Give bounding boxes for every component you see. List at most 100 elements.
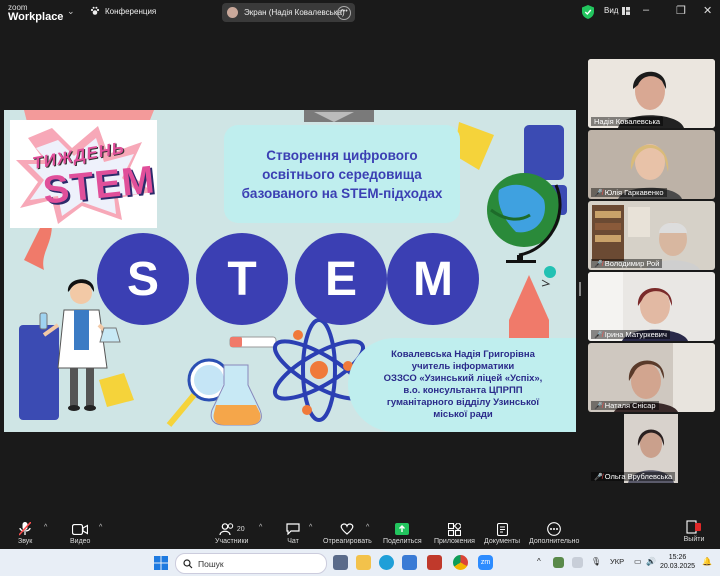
author-line: в.о. консультанта ЦПРПП [403, 385, 523, 396]
stem-circle-s: S [97, 233, 189, 325]
participant-name-text: Ірина Матуркевич [604, 330, 667, 339]
chevron-up-icon[interactable]: ^ [44, 524, 47, 531]
video-camera-icon [72, 523, 89, 535]
participant-tile[interactable]: 🎤̸ Юлія Гаркавенко [588, 130, 715, 199]
chat-icon [286, 523, 300, 535]
participant-name: 🎤̸ Наталя Снісар [591, 401, 659, 410]
mic-muted-icon: 🎤̸ [594, 331, 603, 339]
participant-tile[interactable]: 🎤̸ Володимир Рой [588, 201, 715, 270]
notification-bell-icon[interactable]: 🔔 [702, 557, 712, 566]
shared-screen: ТИЖДЕНЬ STEM Створення цифрового освітнь… [4, 110, 576, 432]
wifi-icon[interactable] [572, 557, 583, 568]
zoom-app-icon[interactable]: zm [478, 555, 493, 570]
search-icon [183, 558, 193, 568]
audio-button[interactable]: Звук [18, 522, 32, 545]
participant-tile[interactable]: 🎤̸ Ольга Врублевська [588, 414, 715, 483]
restore-icon[interactable]: ❐ [676, 4, 686, 17]
system-clock[interactable]: 15:26 20.03.2025 [660, 553, 695, 571]
mic-muted-icon: 🎤̸ [594, 402, 603, 410]
more-options-icon[interactable]: ••• [337, 6, 351, 20]
panel-resize-handle[interactable] [579, 282, 581, 296]
window-titlebar: zoom Workplace ⌄ Конференция Экран (Наді… [0, 0, 720, 26]
documents-label: Документы [484, 538, 521, 545]
leave-label: Выйти [683, 536, 705, 543]
tray-app-icon[interactable] [553, 557, 564, 568]
leave-button[interactable]: Выйти [680, 520, 708, 543]
task-view-icon[interactable] [333, 555, 348, 570]
mic-muted-icon [19, 522, 32, 536]
participant-name-text: Володимир Рой [604, 259, 660, 268]
participant-tile[interactable]: Надія Ковалевська [588, 59, 715, 128]
microphone-icon[interactable]: 🎙 [591, 557, 601, 566]
documents-button[interactable]: Документы [484, 522, 520, 545]
minimize-icon[interactable]: – [643, 4, 649, 16]
clock-date: 20.03.2025 [660, 563, 696, 570]
windows-start-icon[interactable] [154, 556, 168, 570]
react-label: Отреагировать [323, 538, 372, 545]
participants-icon [219, 523, 234, 535]
view-label: Вид [604, 6, 619, 15]
keyboard-language[interactable]: УКР [610, 557, 624, 566]
grid-icon [622, 6, 631, 15]
video-label: Видео [70, 538, 91, 545]
volume-icon[interactable]: 🔊 [646, 557, 656, 566]
chat-label: Чат [287, 538, 299, 545]
participant-tile[interactable]: 🎤̸ Наталя Снісар [588, 343, 715, 412]
view-button[interactable]: Вид [604, 6, 631, 15]
participant-name: Надія Ковалевська [591, 117, 664, 126]
screen-share-indicator[interactable]: Экран (Надія Ковалевська) ••• [222, 3, 355, 22]
share-screen-icon [395, 523, 410, 535]
edge-browser-icon[interactable] [379, 555, 394, 570]
mic-muted-icon: 🎤̸ [594, 473, 603, 481]
participant-name-text: Наталя Снісар [604, 401, 656, 410]
chat-button[interactable]: Чат [286, 522, 300, 545]
participants-label: Участники [215, 538, 249, 545]
chevron-down-icon[interactable]: ⌄ [67, 6, 75, 17]
author-line: Ковалевська Надія Григорівна [391, 349, 535, 360]
chevron-up-icon[interactable]: ^ [259, 524, 262, 531]
audio-label: Звук [18, 538, 33, 545]
chevron-up-icon[interactable]: ^ [99, 524, 102, 531]
author-line: учитель інформатики [411, 361, 515, 372]
store-icon[interactable] [402, 555, 417, 570]
react-button[interactable]: Отреагировать [323, 522, 372, 545]
stem-week-badge: ТИЖДЕНЬ STEM [10, 120, 157, 228]
apps-button[interactable]: Приложения [434, 522, 475, 545]
heart-icon [341, 523, 354, 535]
chevron-up-icon[interactable]: ^ [309, 524, 312, 531]
screen-share-label: Экран (Надія Ковалевська) [244, 8, 345, 17]
chevron-up-icon[interactable]: ^ [366, 524, 369, 531]
more-button[interactable]: Дополнительно [529, 522, 579, 545]
video-button[interactable]: Видео [70, 522, 90, 545]
participant-name: 🎤̸ Юлія Гаркавенко [591, 188, 667, 197]
file-explorer-icon[interactable] [356, 555, 371, 570]
search-placeholder: Пошук [198, 558, 224, 569]
chrome-icon[interactable] [453, 555, 468, 570]
participant-name-text: Надія Ковалевська [594, 117, 661, 126]
network-icon[interactable]: ▭ [634, 557, 642, 566]
more-label: Дополнительно [529, 538, 580, 545]
avatar [227, 7, 238, 18]
participant-name: 🎤̸ Ірина Матуркевич [591, 330, 670, 339]
participants-button[interactable]: 20 Участники [215, 522, 248, 545]
chevron-up-icon[interactable]: ^ [537, 557, 541, 566]
close-icon[interactable]: ✕ [703, 4, 712, 17]
participant-name-text: Юлія Гаркавенко [604, 188, 664, 197]
stem-circle-e: E [295, 233, 387, 325]
app-icon[interactable] [427, 555, 442, 570]
author-line: гуманітарного відділу Узинської [386, 397, 540, 408]
participant-name: 🎤̸ Володимир Рой [591, 259, 663, 268]
share-button[interactable]: Поделиться [383, 522, 422, 545]
app-logo: zoom Workplace [8, 3, 64, 23]
mic-muted-icon: 🎤̸ [594, 189, 603, 197]
conference-menu[interactable]: Конференция [90, 6, 156, 16]
participant-tile[interactable]: 🎤̸ Ірина Матуркевич [588, 272, 715, 341]
author-info-box: Ковалевська Надія Григорівна учитель інф… [348, 338, 576, 432]
apps-icon [447, 522, 461, 536]
shield-icon[interactable] [582, 5, 594, 19]
paw-icon [90, 6, 100, 15]
taskbar-search[interactable]: Пошук [175, 553, 327, 574]
logo-line2: Workplace [8, 11, 64, 23]
slide-title-box: Створення цифрового освітнього середовищ… [224, 125, 460, 223]
apps-label: Приложения [434, 538, 475, 545]
